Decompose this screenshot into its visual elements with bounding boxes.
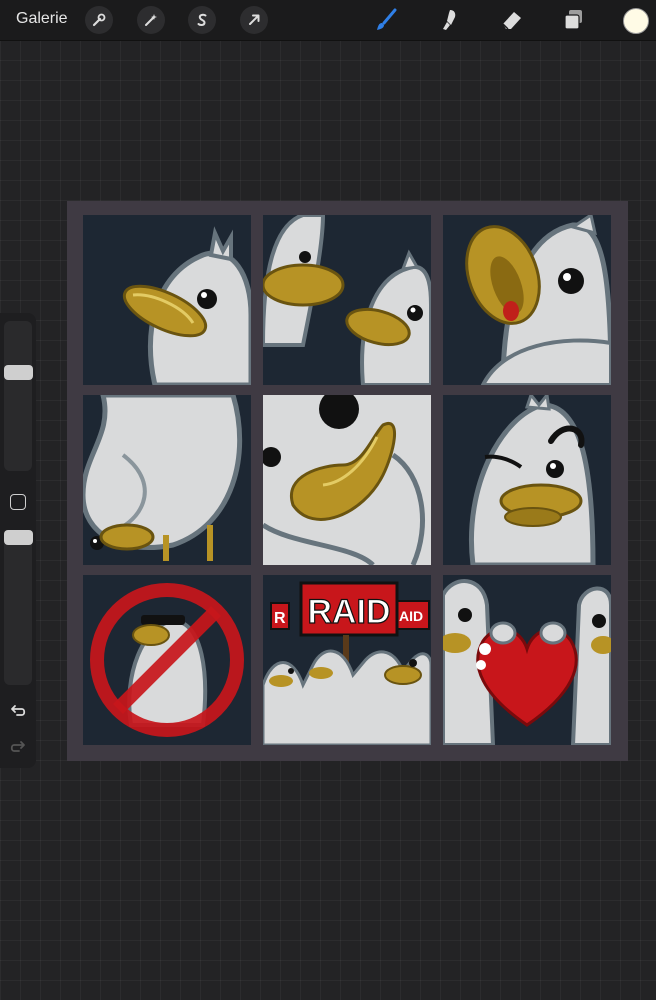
smudge-icon[interactable] [436, 6, 464, 34]
panel-raid-crowd: R AID RAID [263, 575, 431, 745]
brush-size-slider[interactable] [4, 321, 32, 471]
current-color-swatch[interactable] [623, 8, 649, 34]
panel-duck-body [83, 395, 251, 565]
panel-duck-shout [443, 215, 611, 385]
raid-sign-left-text: R [274, 610, 286, 627]
panel-no-duck [83, 575, 251, 745]
layers-icon[interactable] [560, 6, 588, 34]
undo-icon[interactable] [8, 701, 28, 721]
actions-wrench-icon[interactable] [85, 6, 113, 34]
left-sidebar [0, 313, 36, 768]
raid-sign-right-text: AID [399, 608, 423, 624]
brush-icon[interactable] [372, 6, 400, 34]
panel-duck-angry [443, 395, 611, 565]
panel-duck-heart [443, 575, 611, 745]
raid-sign-text: RAID [307, 593, 390, 631]
redo-icon[interactable] [8, 737, 28, 757]
panel-duck-beak-closeup [263, 395, 431, 565]
artwork-canvas[interactable]: R AID RAID [67, 201, 628, 761]
top-toolbar: Galerie [0, 0, 656, 41]
brush-opacity-thumb[interactable] [4, 529, 33, 545]
adjustments-wand-icon[interactable] [137, 6, 165, 34]
eraser-icon[interactable] [498, 6, 526, 34]
brush-opacity-slider[interactable] [4, 535, 32, 685]
panel-two-ducks [263, 215, 431, 385]
transform-arrow-icon[interactable] [240, 6, 268, 34]
brush-size-thumb[interactable] [4, 364, 33, 380]
panel-duck-peek [83, 215, 251, 385]
modify-button[interactable] [10, 494, 26, 510]
gallery-button[interactable]: Galerie [16, 10, 68, 28]
selection-s-icon[interactable] [188, 6, 216, 34]
